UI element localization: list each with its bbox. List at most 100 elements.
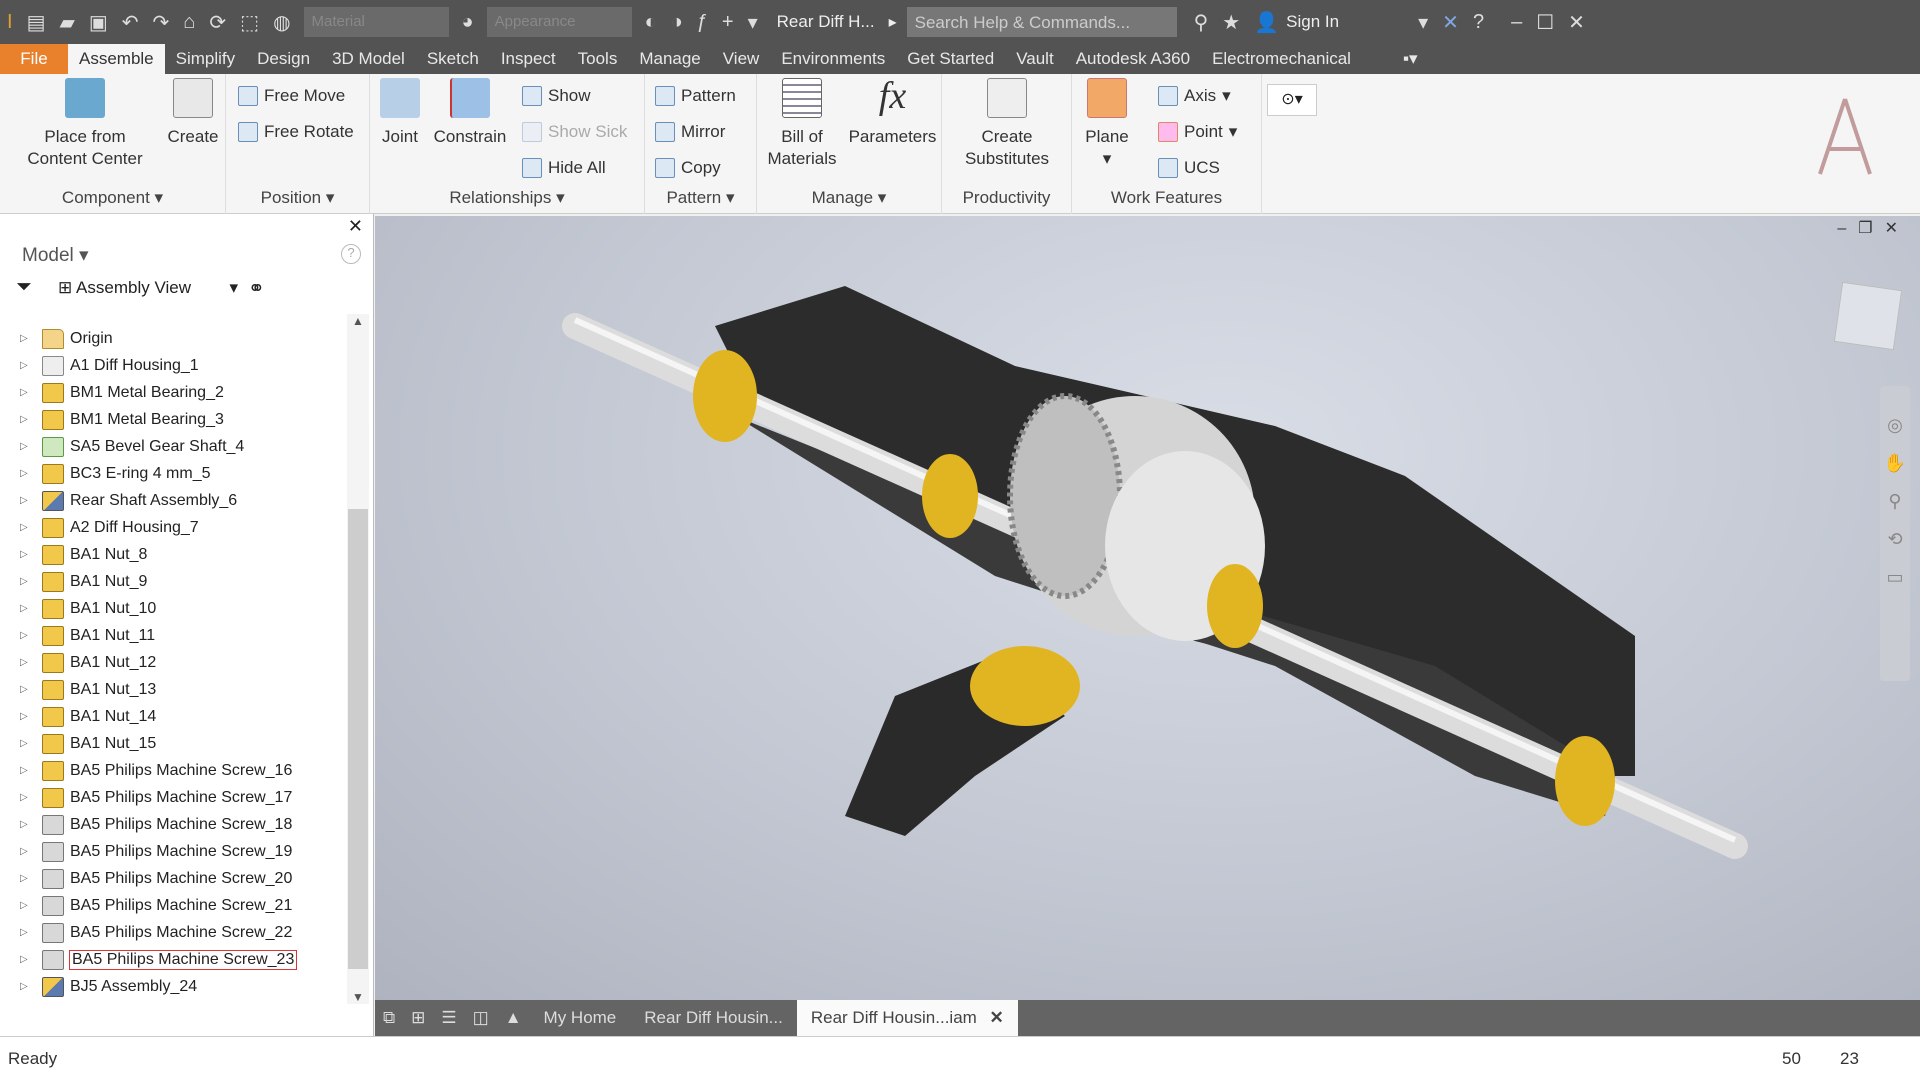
axis-button[interactable]: Axis ▾ [1158,86,1231,106]
look-at-icon[interactable]: ▭ [1880,558,1910,596]
cascade-icon[interactable]: ⧉ [375,1000,403,1036]
tree-item[interactable]: ▷ Origin [0,325,345,352]
fx-icon[interactable]: ƒ [697,11,708,34]
panel-label[interactable]: Manage ▾ [757,188,941,208]
tab-rear-diff-housing[interactable]: Rear Diff Housin... [630,1000,797,1036]
update-icon[interactable]: ⟳ [209,10,226,35]
expand-icon[interactable]: ▷ [20,387,30,398]
scroll-up-icon[interactable]: ▲ [347,314,369,328]
tree-item[interactable]: ▷ Rear Shaft Assembly_6 [0,487,345,514]
panel-label[interactable]: Relationships ▾ [370,188,644,208]
tree-item[interactable]: ▷ BA1 Nut_10 [0,595,345,622]
graphics-viewport[interactable]: ◎ ✋ ⚲ ⟲ ▭ –❐✕ [375,216,1920,1000]
tree-item[interactable]: ▷ BM1 Metal Bearing_2 [0,379,345,406]
tab-my-home[interactable]: My Home [530,1000,631,1036]
tab-electromechanical[interactable]: Electromechanical [1201,44,1362,74]
mirror-button[interactable]: Mirror [655,122,725,142]
expand-icon[interactable]: ▷ [20,927,30,938]
expand-icon[interactable]: ▷ [20,981,30,992]
help-icon[interactable]: ? [1473,11,1484,34]
tab-design[interactable]: Design [246,44,321,74]
appearance-dropdown[interactable]: Appearance [486,7,632,37]
tree-item[interactable]: ▷ BJ5 Assembly_24 [0,973,345,1000]
open-icon[interactable]: ▰ [59,10,74,35]
new-icon[interactable]: ▤ [27,10,46,35]
expand-icon[interactable]: ▷ [20,603,30,614]
panel-label[interactable]: Pattern ▾ [645,188,756,208]
tree-item[interactable]: ▷ BA1 Nut_11 [0,622,345,649]
expand-icon[interactable]: ▷ [20,630,30,641]
binoculars-icon[interactable]: ⚲ [1194,10,1209,35]
tab-file[interactable]: File [0,44,68,74]
tree-item[interactable]: ▷ BA1 Nut_15 [0,730,345,757]
expand-icon[interactable]: ▷ [20,495,30,506]
expand-icon[interactable]: ▷ [20,468,30,479]
tab-simplify[interactable]: Simplify [165,44,247,74]
tree-item[interactable]: ▷ BA5 Philips Machine Screw_17 [0,784,345,811]
panel-label[interactable]: Component ▾ [0,188,225,208]
binoculars-icon[interactable]: ⚭ [248,276,265,301]
ribbon-options-dropdown[interactable]: ⊙▾ [1267,84,1317,116]
tree-item[interactable]: ▷ BA1 Nut_14 [0,703,345,730]
tile-vertical-icon[interactable]: ◫ [465,1000,497,1036]
undo-icon[interactable]: ↶ [122,10,139,35]
copy-button[interactable]: Copy [655,158,721,178]
tree-item[interactable]: ▷ BA5 Philips Machine Screw_22 [0,919,345,946]
ucs-button[interactable]: UCS [1158,158,1220,178]
expand-icon[interactable]: ▷ [20,765,30,776]
create-button[interactable]: Create [163,74,223,148]
parameters-button[interactable]: fx Parameters [845,74,940,148]
tree-item[interactable]: ▷ BA5 Philips Machine Screw_20 [0,865,345,892]
expand-icon[interactable]: ▷ [20,414,30,425]
filter-icon[interactable]: ⏷ [16,276,32,299]
tab-list-icon[interactable]: ▲ [497,1000,530,1036]
tree-item[interactable]: ▷ BA5 Philips Machine Screw_21 [0,892,345,919]
tree-item[interactable]: ▷ BC3 E-ring 4 mm_5 [0,460,345,487]
viewcube[interactable] [1833,281,1903,351]
expand-icon[interactable]: ▷ [20,657,30,668]
tab-vault[interactable]: Vault [1005,44,1065,74]
place-from-content-center-button[interactable]: Place from Content Center [15,74,155,170]
search-input[interactable]: Search Help & Commands... [906,7,1177,37]
expand-icon[interactable]: ▷ [20,792,30,803]
maximize-icon[interactable]: ☐ [1536,10,1554,35]
expand-icon[interactable]: ▷ [20,549,30,560]
bill-of-materials-button[interactable]: Bill of Materials [762,74,842,170]
tab-manage[interactable]: Manage [628,44,711,74]
tile-icon[interactable]: ⊞ [403,1000,433,1036]
select-icon[interactable]: ⬚ [240,10,259,35]
joint-button[interactable]: Joint [375,74,425,148]
globe-icon[interactable]: ◍ [273,10,290,35]
expand-icon[interactable]: ▷ [20,522,30,533]
tree-item[interactable]: ▷ A1 Diff Housing_1 [0,352,345,379]
panel-label[interactable]: Position ▾ [226,188,369,208]
tree-item[interactable]: ▷ A2 Diff Housing_7 [0,514,345,541]
tab-sketch[interactable]: Sketch [416,44,490,74]
expand-icon[interactable]: ▷ [20,441,30,452]
tree-item[interactable]: ▷ BA5 Philips Machine Screw_16 [0,757,345,784]
tree-item[interactable]: ▷ BA5 Philips Machine Screw_23 [0,946,345,973]
zoom-icon[interactable]: ⚲ [1880,482,1910,520]
exchange-icon[interactable]: ✕ [1442,10,1459,35]
tab-rear-diff-housing-iam[interactable]: Rear Diff Housin...iam ✕ [796,1000,1018,1036]
tab-autodesk-a360[interactable]: Autodesk A360 [1065,44,1201,74]
material-dropdown[interactable]: Material [303,7,449,37]
close-tab-icon[interactable]: ✕ [990,1008,1004,1027]
tree-item[interactable]: ▷ SA5 Bevel Gear Shaft_4 [0,433,345,460]
assembly-view-dropdown[interactable]: ⊞ Assembly View ▾ [58,278,238,298]
tab-assemble[interactable]: Assemble [68,44,165,74]
plus-icon[interactable]: + [722,11,734,34]
scrollbar-thumb[interactable] [348,509,368,969]
orbit-icon[interactable]: ⟲ [1880,520,1910,558]
sign-in-button[interactable]: Sign In [1286,12,1411,32]
tab-tools[interactable]: Tools [567,44,629,74]
browser-title[interactable]: Model ▾ [22,244,89,267]
show-button[interactable]: Show [522,86,591,106]
tab-environments[interactable]: Environments [770,44,896,74]
viewport-window-controls[interactable]: –❐✕ [1837,218,1910,238]
expand-icon[interactable]: ▷ [20,333,30,344]
axle-model[interactable] [375,216,1920,1000]
expand-icon[interactable]: ▷ [20,900,30,911]
free-move-button[interactable]: Free Move [238,86,345,106]
free-rotate-button[interactable]: Free Rotate [238,122,354,142]
